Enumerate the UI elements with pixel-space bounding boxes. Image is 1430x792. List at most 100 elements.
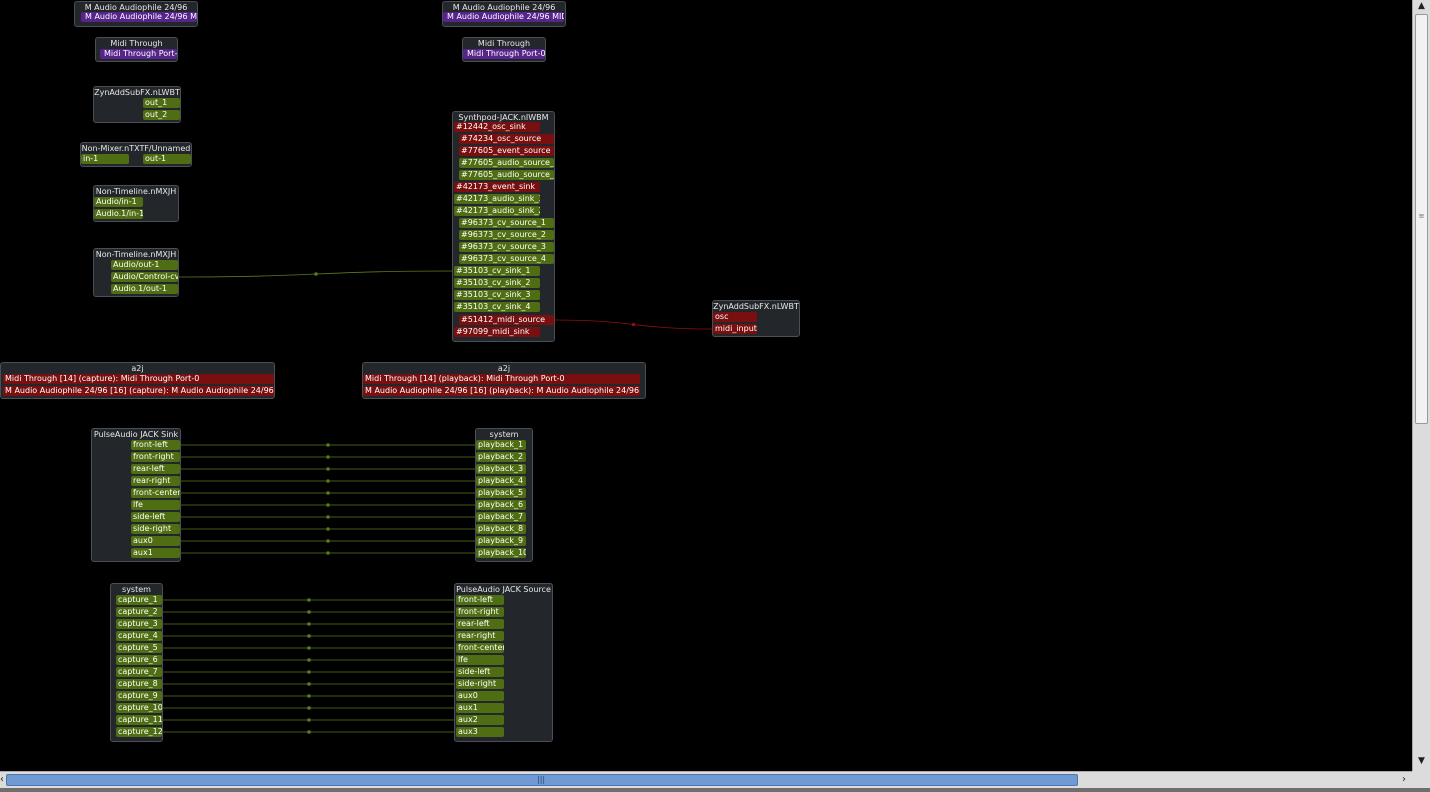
port[interactable]: aux0 bbox=[456, 691, 504, 701]
wire-handle[interactable] bbox=[326, 443, 330, 447]
port[interactable]: lfe bbox=[456, 655, 504, 665]
port[interactable]: Midi Through Port-0 bbox=[100, 49, 177, 59]
port[interactable]: #51412_midi_source bbox=[459, 315, 554, 325]
port[interactable]: capture_7 bbox=[116, 667, 162, 677]
port[interactable]: in-1 bbox=[81, 154, 129, 164]
wire-handle[interactable] bbox=[326, 551, 330, 555]
port[interactable]: playback_6 bbox=[476, 500, 526, 510]
port[interactable]: front-center bbox=[131, 488, 180, 498]
port[interactable]: capture_1 bbox=[116, 595, 162, 605]
port[interactable]: capture_6 bbox=[116, 655, 162, 665]
port[interactable]: M Audio Audiophile 24/96 MIDI bbox=[81, 12, 197, 22]
wire-handle[interactable] bbox=[307, 718, 311, 722]
port[interactable]: Midi Through Port-0 bbox=[463, 49, 545, 59]
port[interactable]: #96373_cv_source_4 bbox=[459, 254, 554, 264]
port[interactable]: osc bbox=[713, 312, 757, 322]
port[interactable]: #96373_cv_source_3 bbox=[459, 242, 554, 252]
port[interactable]: Audio/out-1 bbox=[111, 260, 178, 270]
wire-handle[interactable] bbox=[307, 598, 311, 602]
wire-handle[interactable] bbox=[307, 682, 311, 686]
port[interactable]: rear-left bbox=[131, 464, 180, 474]
wire-handle[interactable] bbox=[307, 622, 311, 626]
scroll-right-icon[interactable]: › bbox=[1398, 772, 1410, 788]
wire-handle[interactable] bbox=[307, 670, 311, 674]
port[interactable]: capture_9 bbox=[116, 691, 162, 701]
wire-handle[interactable] bbox=[307, 634, 311, 638]
port[interactable]: front-left bbox=[456, 595, 504, 605]
wire-handle[interactable] bbox=[326, 527, 330, 531]
port[interactable]: playback_7 bbox=[476, 512, 526, 522]
vertical-scrollbar[interactable]: ▲ ≡ ▼ bbox=[1412, 0, 1430, 771]
port[interactable]: front-center bbox=[456, 643, 504, 653]
port[interactable]: out_2 bbox=[143, 110, 180, 120]
port[interactable]: capture_11 bbox=[116, 715, 162, 725]
port[interactable]: rear-right bbox=[456, 631, 504, 641]
port[interactable]: out_1 bbox=[143, 98, 180, 108]
port[interactable]: M Audio Audiophile 24/96 [16] (playback)… bbox=[363, 386, 640, 396]
wire-handle[interactable] bbox=[307, 706, 311, 710]
port[interactable]: side-right bbox=[456, 679, 504, 689]
port[interactable]: playback_10 bbox=[476, 548, 526, 558]
wire-handle[interactable] bbox=[326, 515, 330, 519]
port[interactable]: Midi Through [14] (playback): Midi Throu… bbox=[363, 374, 640, 384]
wire-handle[interactable] bbox=[307, 610, 311, 614]
scroll-down-icon[interactable]: ▼ bbox=[1413, 755, 1430, 767]
port[interactable]: Audio.1/out-1 bbox=[111, 284, 178, 294]
port[interactable]: #97099_midi_sink bbox=[454, 327, 540, 337]
port[interactable]: Audio.1/in-1 bbox=[94, 209, 143, 219]
port[interactable]: Audio/in-1 bbox=[94, 197, 143, 207]
port[interactable]: capture_5 bbox=[116, 643, 162, 653]
port[interactable]: capture_8 bbox=[116, 679, 162, 689]
port[interactable]: aux1 bbox=[456, 703, 504, 713]
port[interactable]: capture_4 bbox=[116, 631, 162, 641]
port[interactable]: rear-left bbox=[456, 619, 504, 629]
port[interactable]: rear-right bbox=[131, 476, 180, 486]
port[interactable]: capture_10 bbox=[116, 703, 162, 713]
port[interactable]: Audio/Control-cv bbox=[111, 272, 178, 282]
wire-handle[interactable] bbox=[326, 455, 330, 459]
port[interactable]: lfe bbox=[131, 500, 180, 510]
port[interactable]: #35103_cv_sink_4 bbox=[454, 302, 540, 312]
port[interactable]: aux3 bbox=[456, 727, 504, 737]
port[interactable]: #42173_audio_sink_1 bbox=[454, 194, 540, 204]
wire-handle[interactable] bbox=[326, 539, 330, 543]
wire-handle[interactable] bbox=[326, 479, 330, 483]
port[interactable]: aux0 bbox=[131, 536, 180, 546]
port[interactable]: capture_2 bbox=[116, 607, 162, 617]
wire-handle[interactable] bbox=[631, 322, 636, 327]
patchbay-canvas[interactable]: M Audio Audiophile 24/96 M Audio Audiophi… bbox=[0, 0, 1412, 771]
port[interactable]: side-left bbox=[456, 667, 504, 677]
port[interactable]: #77605_audio_source_2 bbox=[459, 170, 554, 180]
port[interactable]: playback_3 bbox=[476, 464, 526, 474]
port[interactable]: #35103_cv_sink_3 bbox=[454, 290, 540, 300]
wire-handle[interactable] bbox=[307, 658, 311, 662]
port[interactable]: aux1 bbox=[131, 548, 180, 558]
port[interactable]: #77605_audio_source_1 bbox=[459, 158, 554, 168]
scroll-up-icon[interactable]: ▲ bbox=[1413, 0, 1430, 12]
horizontal-scrollbar[interactable]: ‹ ||| › bbox=[0, 771, 1412, 788]
port[interactable]: playback_4 bbox=[476, 476, 526, 486]
vertical-scroll-thumb[interactable]: ≡ bbox=[1415, 14, 1428, 424]
port[interactable]: front-left bbox=[131, 440, 180, 450]
port[interactable]: midi_input bbox=[713, 324, 757, 334]
port[interactable]: #77605_event_source bbox=[459, 146, 554, 156]
port[interactable]: #74234_osc_source bbox=[459, 134, 554, 144]
port[interactable]: #96373_cv_source_1 bbox=[459, 218, 554, 228]
port[interactable]: aux2 bbox=[456, 715, 504, 725]
port[interactable]: capture_3 bbox=[116, 619, 162, 629]
wire-handle[interactable] bbox=[307, 730, 311, 734]
port[interactable]: #42173_audio_sink_2 bbox=[454, 206, 540, 216]
port[interactable]: side-right bbox=[131, 524, 180, 534]
port[interactable]: playback_5 bbox=[476, 488, 526, 498]
port[interactable]: Midi Through [14] (capture): Midi Throug… bbox=[3, 374, 274, 384]
port[interactable]: front-right bbox=[131, 452, 180, 462]
port[interactable]: out-1 bbox=[143, 154, 191, 164]
wire-handle[interactable] bbox=[326, 503, 330, 507]
port[interactable]: #42173_event_sink bbox=[454, 182, 540, 192]
port[interactable]: front-right bbox=[456, 607, 504, 617]
port[interactable]: playback_9 bbox=[476, 536, 526, 546]
wire-handle[interactable] bbox=[307, 694, 311, 698]
port[interactable]: #35103_cv_sink_2 bbox=[454, 278, 540, 288]
port[interactable]: playback_1 bbox=[476, 440, 526, 450]
wire-handle[interactable] bbox=[326, 467, 330, 471]
